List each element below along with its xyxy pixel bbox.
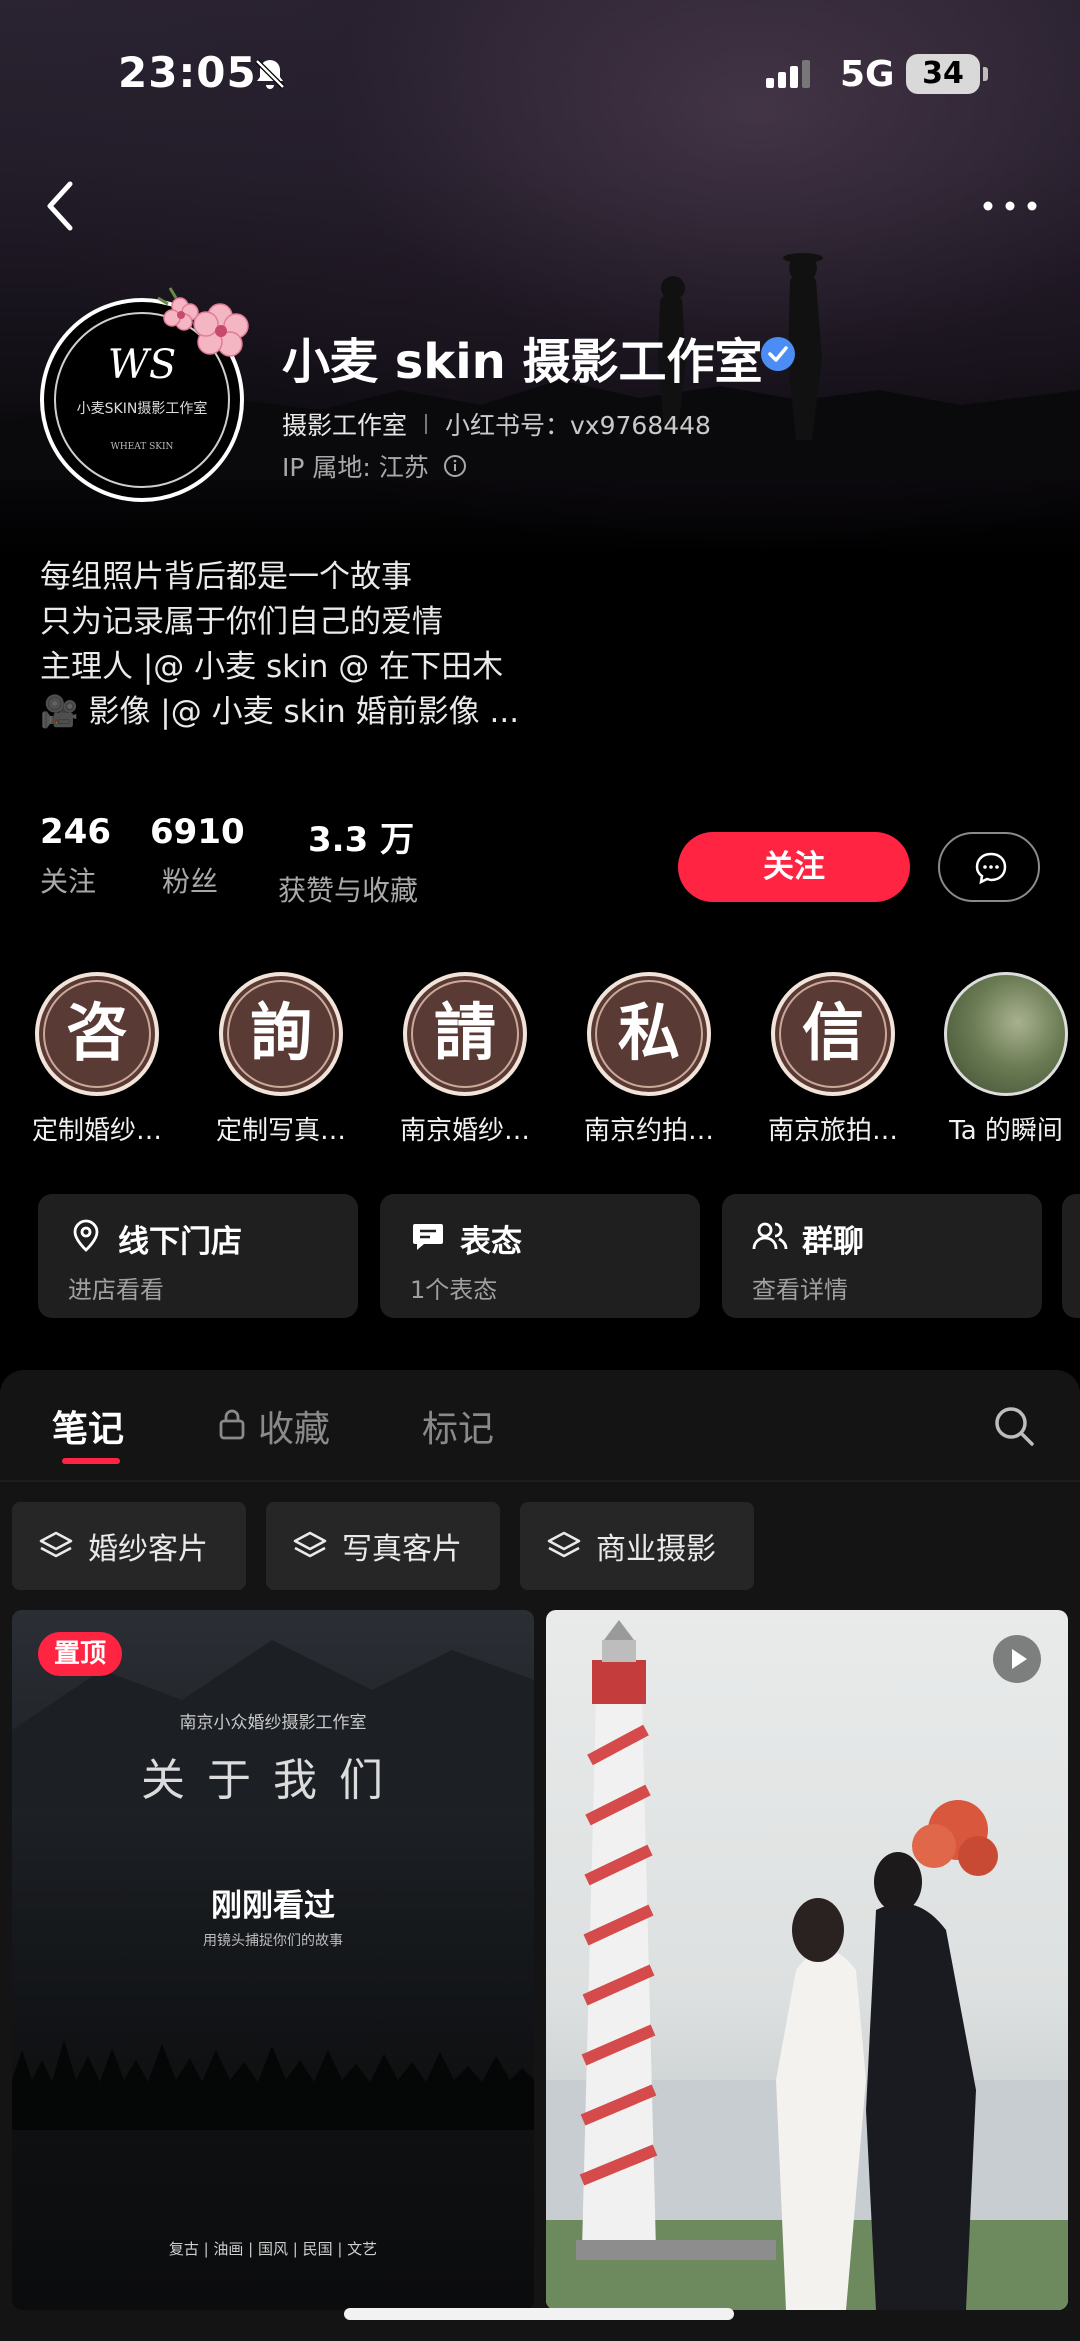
- card-title: 表态: [460, 1224, 522, 1260]
- profile-red-id[interactable]: 小红书号：vx9768448: [445, 406, 711, 442]
- lighthouse-couple-image: [546, 1620, 1068, 2310]
- layers-icon: [39, 1531, 73, 1558]
- network-type: 5G: [840, 54, 895, 95]
- highlight-label: 定制婚纱…: [31, 1116, 162, 1146]
- lock-icon: [219, 1409, 245, 1440]
- card-subtitle: 进店看看: [68, 1276, 164, 1304]
- post-overlay-tags: 复古 | 油画 | 国风 | 民国 | 文艺: [168, 2240, 378, 2258]
- recently-viewed-label: 刚刚看过: [211, 1888, 335, 1924]
- profile-category: 摄影工作室: [282, 411, 408, 440]
- pinned-badge: 置顶: [38, 1632, 123, 1676]
- back-arrow-icon[interactable]: [40, 176, 80, 236]
- highlight-item[interactable]: 咨 定制婚纱…: [12, 972, 182, 1147]
- stat-following[interactable]: 246 关注: [40, 812, 111, 900]
- play-icon: [993, 1635, 1041, 1683]
- card-reactions[interactable]: 表态 1个表态: [380, 1194, 700, 1318]
- more-options-icon[interactable]: [980, 198, 1040, 214]
- highlight-label: 南京约拍…: [583, 1116, 714, 1146]
- highlight-item[interactable]: 信 南京旅拍…: [748, 972, 918, 1147]
- avatar-subtext: WHEAT SKIN: [110, 442, 174, 452]
- highlight-item[interactable]: 詢 定制写真…: [196, 972, 366, 1147]
- tab-tags[interactable]: 标记: [422, 1400, 494, 1452]
- card-offline-store[interactable]: 线下门店 进店看看: [38, 1194, 358, 1318]
- card-group-chat[interactable]: 群聊 查看详情: [722, 1194, 1042, 1318]
- filter-wedding[interactable]: 婚纱客片: [12, 1502, 246, 1590]
- meta-divider: [425, 414, 428, 434]
- filter-commercial[interactable]: 商业摄影: [520, 1502, 754, 1590]
- tab-active-indicator: [62, 1458, 120, 1464]
- filter-label: 商业摄影: [596, 1532, 716, 1567]
- info-icon[interactable]: [443, 454, 467, 478]
- layers-icon: [293, 1531, 327, 1558]
- highlight-label: 南京婚纱…: [399, 1116, 530, 1146]
- profile-bio[interactable]: 每组照片背后都是一个故事 只为记录属于你们自己的爱情 主理人 |@ 小麦 ski…: [40, 555, 519, 735]
- filter-label: 婚纱客片: [88, 1532, 208, 1567]
- highlight-photo: [944, 972, 1068, 1096]
- ip-location: IP 属地: 江苏: [282, 453, 429, 482]
- highlight-label: 定制写真…: [215, 1116, 346, 1146]
- chat-bubble-icon: [413, 1224, 443, 1250]
- bio-line: 每组照片背后都是一个故事: [40, 559, 412, 595]
- likes-count: 3.3 万: [308, 820, 415, 860]
- bio-line: 只为记录属于你们自己的爱情: [40, 604, 443, 640]
- search-icon[interactable]: [992, 1404, 1036, 1448]
- likes-label: 获赞与收藏: [278, 874, 419, 907]
- tab-notes[interactable]: 笔记: [52, 1400, 124, 1452]
- following-label: 关注: [40, 865, 97, 898]
- follow-button[interactable]: 关注: [678, 832, 910, 902]
- flower-decoration-icon: [157, 287, 249, 357]
- highlight-moments[interactable]: Ta 的瞬间: [932, 972, 1080, 1147]
- ip-location-row: IP 属地: 江苏: [282, 448, 467, 484]
- avatar-text: 小麦SKIN摄影工作室: [76, 401, 208, 417]
- profile-meta: 摄影工作室 小红书号：vx9768448: [282, 406, 711, 442]
- highlight-label: 南京旅拍…: [767, 1116, 898, 1146]
- highlight-cover: 信: [771, 972, 895, 1096]
- bio-line: 主理人 |@ 小麦 skin @ 在下田木: [40, 649, 504, 685]
- highlight-label: Ta 的瞬间: [949, 1116, 1063, 1146]
- post-overlay-caption: 用镜头捕捉你们的故事: [203, 1933, 343, 1949]
- bell-muted-icon: [255, 59, 285, 89]
- signal-icon: [766, 60, 810, 88]
- post-overlay-title: 关于我们: [141, 1755, 405, 1806]
- followers-label: 粉丝: [162, 865, 219, 898]
- group-icon: [752, 1222, 788, 1250]
- message-button[interactable]: [938, 832, 1040, 902]
- bio-line: 🎥 影像 |@ 小麦 skin 婚前影像 ...: [40, 694, 520, 730]
- followers-count: 6910: [150, 812, 245, 852]
- profile-name: 小麦 skin 摄影工作室: [282, 334, 763, 390]
- highlight-cover: 請: [403, 972, 527, 1096]
- card-subtitle: 查看详情: [752, 1276, 848, 1304]
- stat-followers[interactable]: 6910 粉丝: [150, 812, 245, 900]
- location-pin-icon: [73, 1219, 99, 1252]
- card-overflow[interactable]: [1062, 1194, 1080, 1318]
- post-overlay-text: 南京小众婚纱摄影工作室: [179, 1713, 367, 1733]
- card-title: 线下门店: [118, 1224, 242, 1260]
- layers-icon: [547, 1531, 581, 1558]
- forest-image: [12, 2040, 534, 2130]
- status-bar: 23:05 5G 34: [0, 0, 1080, 140]
- card-title: 群聊: [802, 1224, 864, 1260]
- highlight-item[interactable]: 請 南京婚纱…: [380, 972, 550, 1147]
- battery-indicator: 34: [906, 54, 988, 94]
- highlight-cover: 詢: [219, 972, 343, 1096]
- highlight-cover: 私: [587, 972, 711, 1096]
- stat-likes[interactable]: 3.3 万 获赞与收藏: [278, 812, 418, 909]
- highlight-cover: 咨: [35, 972, 159, 1096]
- status-time: 23:05: [118, 48, 257, 97]
- home-indicator[interactable]: [344, 2308, 734, 2320]
- tab-favorites[interactable]: 收藏: [258, 1400, 330, 1452]
- verified-badge-icon: [761, 337, 795, 371]
- post-card-video[interactable]: [546, 1610, 1068, 2310]
- filter-label: 写真客片: [342, 1532, 462, 1567]
- highlight-item[interactable]: 私 南京约拍…: [564, 972, 734, 1147]
- chat-icon: [975, 852, 1007, 885]
- following-count: 246: [40, 812, 111, 852]
- card-subtitle: 1个表态: [410, 1276, 498, 1304]
- post-card-pinned[interactable]: 置顶 南京小众婚纱摄影工作室 关于我们 刚刚看过 用镜头捕捉你们的故事 复古 |…: [12, 1610, 534, 2310]
- filter-portrait[interactable]: 写真客片: [266, 1502, 500, 1590]
- tabs-divider: [0, 1480, 1080, 1482]
